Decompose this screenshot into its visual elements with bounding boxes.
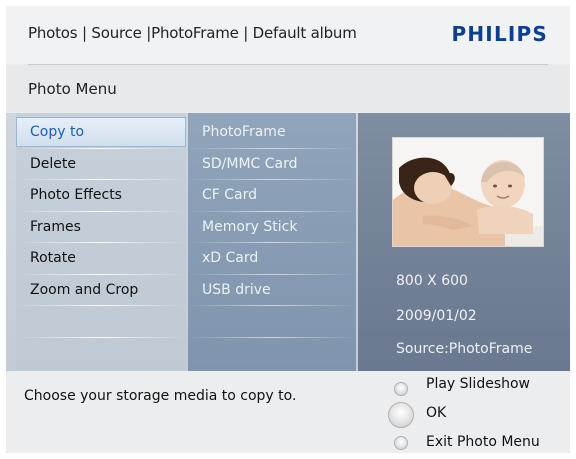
nav-exit-photo-menu[interactable]: Exit Photo Menu — [426, 434, 540, 450]
row-divider — [16, 242, 186, 243]
photo-thumbnail — [392, 137, 544, 247]
menu-panel: Copy to Delete Photo Effects Frames Rota… — [6, 113, 570, 371]
photo-resolution: 800 X 600 — [396, 273, 468, 289]
target-label: PhotoFrame — [202, 124, 286, 140]
nav-play-slideshow[interactable]: Play Slideshow — [426, 376, 530, 392]
menu-item-frames[interactable]: Frames — [16, 212, 186, 242]
target-label: USB drive — [202, 282, 271, 298]
ok-button-icon[interactable] — [388, 402, 414, 428]
radio-button-icon[interactable] — [394, 436, 408, 450]
photo-menu-list: Copy to Delete Photo Effects Frames Rota… — [16, 113, 186, 371]
menu-title: Photo Menu — [28, 80, 117, 98]
row-divider — [188, 179, 356, 180]
target-label: xD Card — [202, 250, 259, 266]
menu-item-zoom-and-crop[interactable]: Zoom and Crop — [16, 275, 186, 305]
photo-date: 2009/01/02 — [396, 308, 477, 324]
row-divider — [188, 211, 356, 212]
target-label: CF Card — [202, 187, 258, 203]
breadcrumb: Photos | Source |PhotoFrame | Default al… — [28, 24, 357, 42]
mother-baby-photo-image — [393, 138, 543, 246]
row-divider — [16, 148, 186, 149]
help-text: Choose your storage media to copy to. — [24, 388, 297, 404]
menu-item-label: Frames — [30, 219, 81, 235]
philips-logo: PHILIPS — [451, 22, 548, 46]
target-memory-stick[interactable]: Memory Stick — [188, 212, 356, 242]
menu-item-label: Delete — [30, 156, 76, 172]
menu-item-photo-effects[interactable]: Photo Effects — [16, 180, 186, 210]
row-divider — [16, 211, 186, 212]
menu-item-rotate[interactable]: Rotate — [16, 243, 186, 273]
menu-item-copy-to[interactable]: Copy to — [16, 117, 186, 147]
row-divider — [16, 305, 186, 306]
row-divider — [16, 274, 186, 275]
target-usb-drive[interactable]: USB drive — [188, 275, 356, 305]
nav-ok[interactable]: OK — [426, 405, 446, 421]
row-divider — [188, 148, 356, 149]
target-photoframe[interactable]: PhotoFrame — [188, 117, 356, 147]
target-label: Memory Stick — [202, 219, 298, 235]
menu-item-label: Copy to — [30, 124, 85, 140]
target-xd-card[interactable]: xD Card — [188, 243, 356, 273]
row-divider — [16, 179, 186, 180]
menu-item-label: Zoom and Crop — [30, 282, 139, 298]
row-divider — [188, 274, 356, 275]
photo-source: Source:PhotoFrame — [396, 341, 533, 357]
radio-button-icon[interactable] — [394, 382, 408, 396]
row-divider — [188, 337, 356, 338]
photo-preview-pane: 800 X 600 2009/01/02 Source:PhotoFrame — [358, 113, 570, 371]
menu-item-label: Photo Effects — [30, 187, 122, 203]
row-divider — [16, 337, 186, 338]
menu-title-bar: Photo Menu — [6, 65, 570, 112]
row-divider — [188, 305, 356, 306]
target-label: SD/MMC Card — [202, 156, 298, 172]
target-cf-card[interactable]: CF Card — [188, 180, 356, 210]
target-sd-mmc-card[interactable]: SD/MMC Card — [188, 149, 356, 179]
copy-target-list: PhotoFrame SD/MMC Card CF Card Memory St… — [188, 113, 356, 371]
row-divider — [188, 242, 356, 243]
photo-frame-screen: Photos | Source |PhotoFrame | Default al… — [6, 6, 570, 453]
menu-item-delete[interactable]: Delete — [16, 149, 186, 179]
menu-item-label: Rotate — [30, 250, 76, 266]
header-bar: Photos | Source |PhotoFrame | Default al… — [6, 6, 570, 64]
